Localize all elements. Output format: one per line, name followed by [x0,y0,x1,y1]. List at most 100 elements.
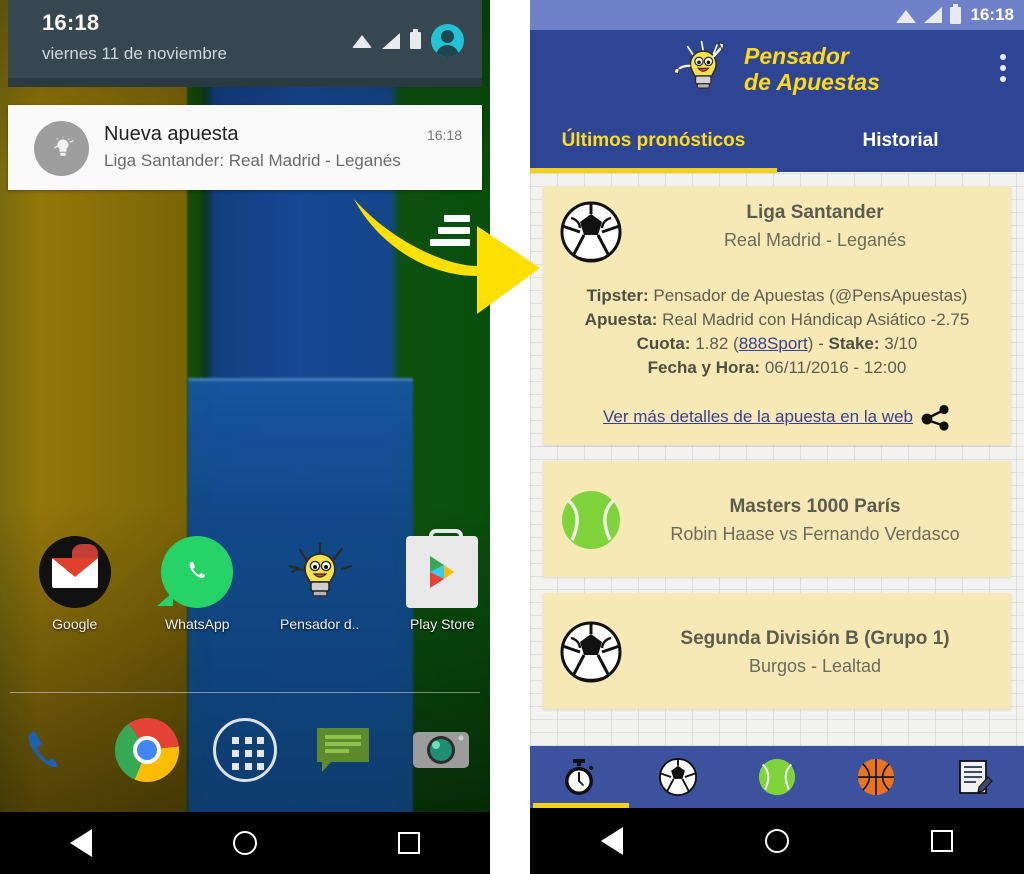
battery-icon [949,3,961,24]
signal-icon [923,7,942,23]
view-details-link[interactable]: Ver más detalles de la apuesta en la web [603,407,913,427]
soccer-ball-icon [560,621,622,682]
league-name: Masters 1000 París [729,496,901,517]
card-title-block: Liga Santander Real Madrid - Leganés [629,198,1001,251]
android-nav-bar-right [530,808,1024,874]
lightbulb-mascot-icon [674,40,725,89]
lightbulb-icon [284,536,356,608]
right-phone-screen: 16:18 Pensador de Apuestas Últimos pronó… [530,0,1024,874]
back-icon[interactable] [601,827,623,855]
stake-label: Stake: [828,334,880,354]
league-name: Liga Santander [746,202,884,223]
notification-title: Nueva apuesta [104,123,239,145]
home-icon[interactable] [765,829,789,853]
apuesta-row: Apuesta: Real Madrid con Hándicap Asiáti… [553,308,1001,332]
bottom-nav-item-basketball[interactable] [826,746,925,808]
home-app-whatsapp[interactable]: WhatsApp [150,536,246,632]
arrow-motion-lines [430,215,470,251]
card-title-block: Masters 1000 París Robin Haase vs Fernan… [629,492,1001,545]
tab-ultimos-pronosticos[interactable]: Últimos pronósticos [530,110,777,172]
app-title-line2: de Apuestas [744,69,880,95]
app-logo: Pensador de Apuestas [530,30,1024,110]
separator-dash: - [818,334,824,354]
card-title-block: Segunda División B (Grupo 1) Burgos - Le… [629,624,1001,677]
stake-value: 3/10 [884,334,918,354]
screenshot-root: 16:18 viernes 11 de noviembre Nueva apue… [0,0,1024,874]
home-app-label: Play Store [409,616,475,632]
home-app-pensador[interactable]: Pensador d.. [272,536,368,632]
bet-details: Tipster: Pensador de Apuestas (@PensApue… [553,284,1001,381]
home-app-playstore[interactable]: Play Store [395,529,491,632]
soccer-ball-icon [560,201,622,263]
lightbulb-icon [54,136,74,156]
tennis-ball-icon [758,758,796,796]
wifi-icon [895,8,916,23]
apuesta-label: Apuesta: [584,310,658,330]
prediction-card[interactable]: Segunda División B (Grupo 1) Burgos - Le… [543,592,1011,709]
panel-divider [490,0,530,874]
play-store-icon [406,529,479,608]
cuota-stake-row: Cuota: 1.82 (888Sport) - Stake: 3/10 [553,332,1001,356]
cuota-label: Cuota: [636,334,691,354]
phone-icon[interactable] [17,718,81,782]
notes-icon [958,760,993,794]
bookmaker-paren-close: ) [807,334,814,354]
bookmaker-link[interactable]: 888Sport [739,334,808,353]
soccer-ball-icon [659,757,698,797]
camera-icon[interactable] [409,718,473,782]
match-name: Robin Haase vs Fernando Verdasco [670,524,960,544]
android-status-bar: 16:18 [530,0,1024,30]
notification-shade-header: 16:18 viernes 11 de noviembre [8,0,482,78]
android-nav-bar-left [0,812,490,874]
prediction-card[interactable]: Masters 1000 París Robin Haase vs Fernan… [543,460,1011,577]
card-actions: Ver más detalles de la apuesta en la web [553,403,1001,431]
gmail-icon [38,536,111,608]
battery-icon [410,29,421,49]
messages-icon[interactable] [311,718,375,782]
status-bar-icons: 16:18 [895,3,1014,25]
notification-card[interactable]: Nueva apuesta 16:18 Liga Santander: Real… [8,105,482,190]
match-name: Burgos - Lealtad [748,656,882,676]
prediction-card-detailed[interactable]: Liga Santander Real Madrid - Leganés Tip… [543,186,1011,445]
stopwatch-icon [565,759,594,795]
league-name: Segunda División B (Grupo 1) [680,628,950,649]
recents-icon[interactable] [931,830,953,852]
back-icon[interactable] [70,829,93,857]
tab-bar: Últimos pronósticos Historial [530,110,1024,172]
bottom-nav-item-tennis[interactable] [728,746,827,808]
home-dock [0,718,490,782]
shade-divider [8,78,482,87]
bottom-nav-item-notes[interactable] [925,746,1024,808]
app-drawer-icon[interactable] [213,718,277,782]
basketball-icon [857,758,894,796]
tipster-row: Tipster: Pensador de Apuestas (@PensApue… [553,284,1001,308]
notification-time: 16:18 [426,127,462,143]
fecha-row: Fecha y Hora: 06/11/2016 - 12:00 [553,356,1001,380]
bottom-nav-item-latest[interactable] [530,746,629,808]
home-app-grid: Google WhatsApp Pensador d.. Play Store [0,529,491,632]
apuesta-value: Real Madrid con Hándicap Asiático -2.75 [662,310,970,330]
share-icon[interactable] [921,403,951,431]
whatsapp-icon [157,536,234,608]
kebab-menu-icon[interactable] [1000,54,1006,87]
tipster-value: Pensador de Apuestas (@PensApuestas) [653,286,968,305]
fecha-value: 06/11/2016 - 12:00 [764,358,907,378]
left-phone-screen: 16:18 viernes 11 de noviembre Nueva apue… [0,0,490,874]
recents-icon[interactable] [397,832,420,854]
home-app-google[interactable]: Google [27,536,123,632]
card-header: Liga Santander Real Madrid - Leganés [553,198,1001,264]
status-bar-clock: 16:18 [970,5,1014,24]
wifi-icon [352,33,372,48]
shade-status-icons [352,24,464,57]
predictions-list[interactable]: Liga Santander Real Madrid - Leganés Tip… [530,173,1024,746]
tipster-label: Tipster: [586,286,649,305]
app-title: Pensador de Apuestas [744,43,880,96]
bottom-nav-item-soccer[interactable] [629,746,728,808]
home-icon[interactable] [232,831,257,855]
shade-date: viernes 11 de noviembre [42,44,227,63]
user-avatar-icon[interactable] [431,24,464,57]
cuota-value: 1.82 [695,334,729,354]
chrome-icon[interactable] [115,718,179,782]
home-app-label: Pensador d.. [280,616,360,632]
tab-historial[interactable]: Historial [777,110,1024,172]
